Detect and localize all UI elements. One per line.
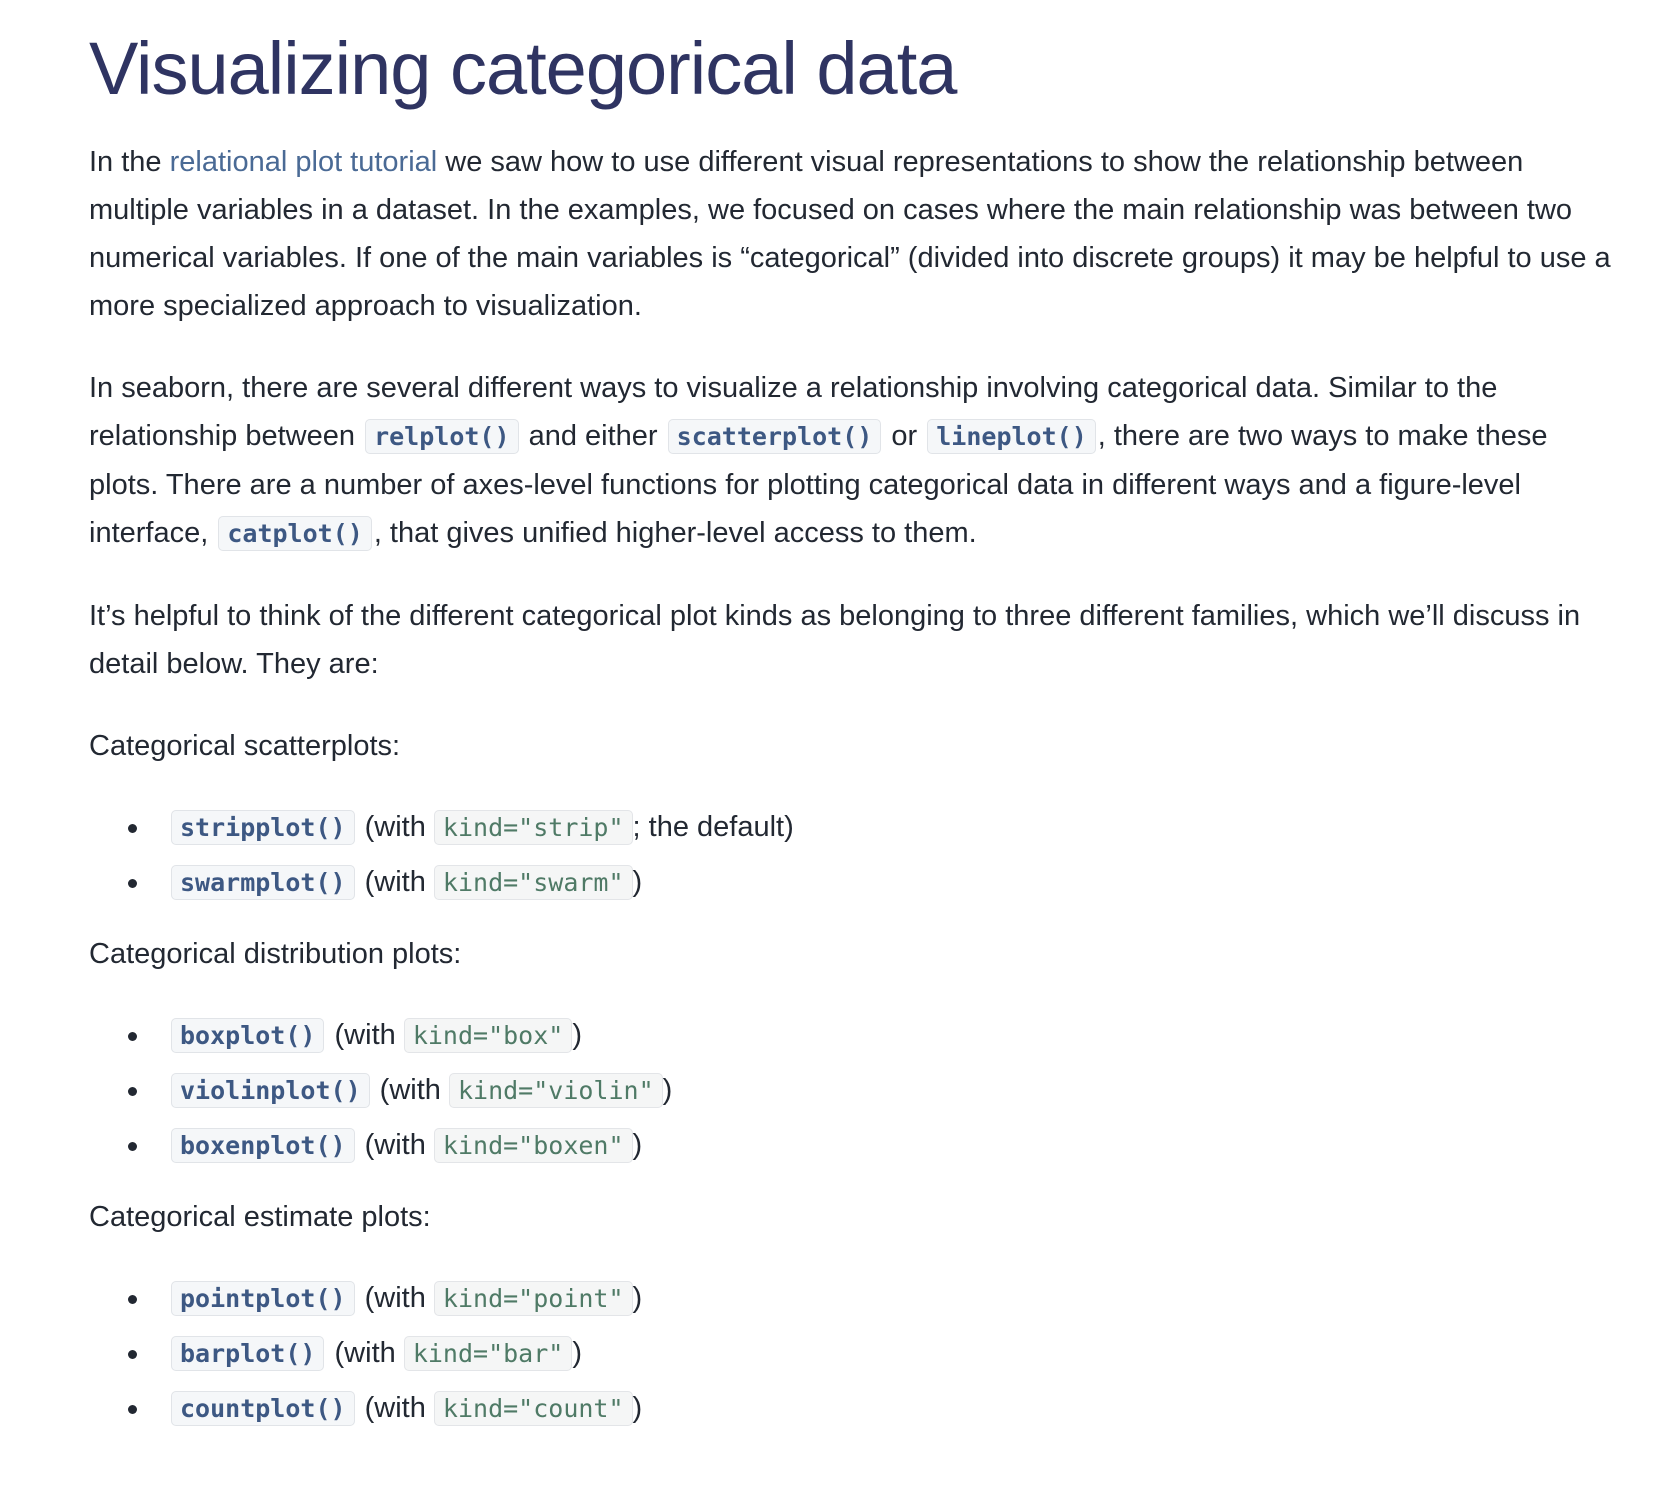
with-text: (with	[356, 1282, 434, 1314]
scatterplot-code-link[interactable]: scatterplot()	[667, 419, 882, 454]
family-heading: Categorical estimate plots:	[89, 1201, 431, 1233]
with-text: (with	[356, 1129, 434, 1161]
with-text: (with	[326, 1337, 404, 1369]
seaborn-text-5: , that gives unified higher-level access…	[373, 517, 977, 549]
item-suffix-text: )	[632, 1129, 643, 1161]
list-item: pointplot() (with kind="point")	[128, 1271, 1619, 1326]
kind-argument-code: kind="boxen"	[433, 1128, 633, 1163]
relplot-code-link[interactable]: relplot()	[365, 419, 519, 454]
function-code-link[interactable]: barplot()	[171, 1336, 325, 1371]
list-item: countplot() (with kind="count")	[128, 1381, 1619, 1436]
with-text: (with	[371, 1074, 449, 1106]
list-item: boxenplot() (with kind="boxen")	[128, 1118, 1619, 1173]
item-suffix-text: )	[632, 1282, 643, 1314]
item-suffix-text: )	[662, 1074, 673, 1106]
item-suffix-text: )	[572, 1337, 582, 1369]
kind-argument-code: kind="point"	[433, 1281, 633, 1316]
function-code-link[interactable]: countplot()	[171, 1391, 355, 1426]
kind-argument-code: kind="box"	[403, 1018, 573, 1053]
kind-argument-code: kind="violin"	[448, 1073, 663, 1108]
article: Visualizing categorical data In the rela…	[0, 0, 1619, 1436]
with-text: (with	[326, 1019, 404, 1051]
lineplot-code-link[interactable]: lineplot()	[927, 419, 1096, 454]
with-text: (with	[356, 1392, 434, 1424]
kind-argument-code: kind="bar"	[403, 1336, 573, 1371]
list-item: boxplot() (with kind="box")	[128, 1008, 1619, 1063]
item-suffix-text: )	[632, 1392, 643, 1424]
seaborn-paragraph: In seaborn, there are several different …	[89, 364, 1619, 558]
list-item: swarmplot() (with kind="swarm")	[128, 855, 1619, 910]
family-heading: Categorical distribution plots:	[89, 938, 462, 970]
intro-paragraph: In the relational plot tutorial we saw h…	[89, 138, 1619, 330]
kind-argument-code: kind="count"	[433, 1391, 633, 1426]
family-function-list: pointplot() (with kind="point") barplot()…	[89, 1271, 1619, 1436]
function-code-link[interactable]: stripplot()	[171, 810, 355, 845]
item-suffix-text: )	[572, 1019, 582, 1051]
page-title: Visualizing categorical data	[89, 27, 957, 110]
families-intro-paragraph: It’s helpful to think of the different c…	[89, 600, 1581, 680]
kind-argument-code: kind="swarm"	[433, 865, 633, 900]
seaborn-text-3: or	[883, 420, 926, 452]
item-suffix-text: )	[632, 866, 643, 898]
with-text: (with	[356, 866, 434, 898]
relational-plot-tutorial-link[interactable]: relational plot tutorial	[170, 146, 438, 178]
plot-families: Categorical scatterplots: stripplot() (wi…	[89, 722, 1619, 1436]
item-suffix-text: ; the default)	[632, 811, 794, 843]
function-code-link[interactable]: pointplot()	[171, 1281, 355, 1316]
list-item: barplot() (with kind="bar")	[128, 1326, 1619, 1381]
intro-text-before: In the	[89, 146, 170, 178]
function-code-link[interactable]: violinplot()	[171, 1073, 370, 1108]
function-code-link[interactable]: boxenplot()	[171, 1128, 355, 1163]
with-text: (with	[356, 811, 434, 843]
catplot-code-link[interactable]: catplot()	[218, 516, 372, 551]
family-heading: Categorical scatterplots:	[89, 730, 401, 762]
list-item: stripplot() (with kind="strip"; the defa…	[128, 800, 1619, 855]
kind-argument-code: kind="strip"	[433, 810, 633, 845]
family-function-list: boxplot() (with kind="box") violinplot() …	[89, 1008, 1619, 1173]
family-function-list: stripplot() (with kind="strip"; the defa…	[89, 800, 1619, 910]
function-code-link[interactable]: boxplot()	[171, 1018, 325, 1053]
list-item: violinplot() (with kind="violin")	[128, 1063, 1619, 1118]
function-code-link[interactable]: swarmplot()	[171, 865, 355, 900]
seaborn-text-2: and either	[520, 420, 666, 452]
